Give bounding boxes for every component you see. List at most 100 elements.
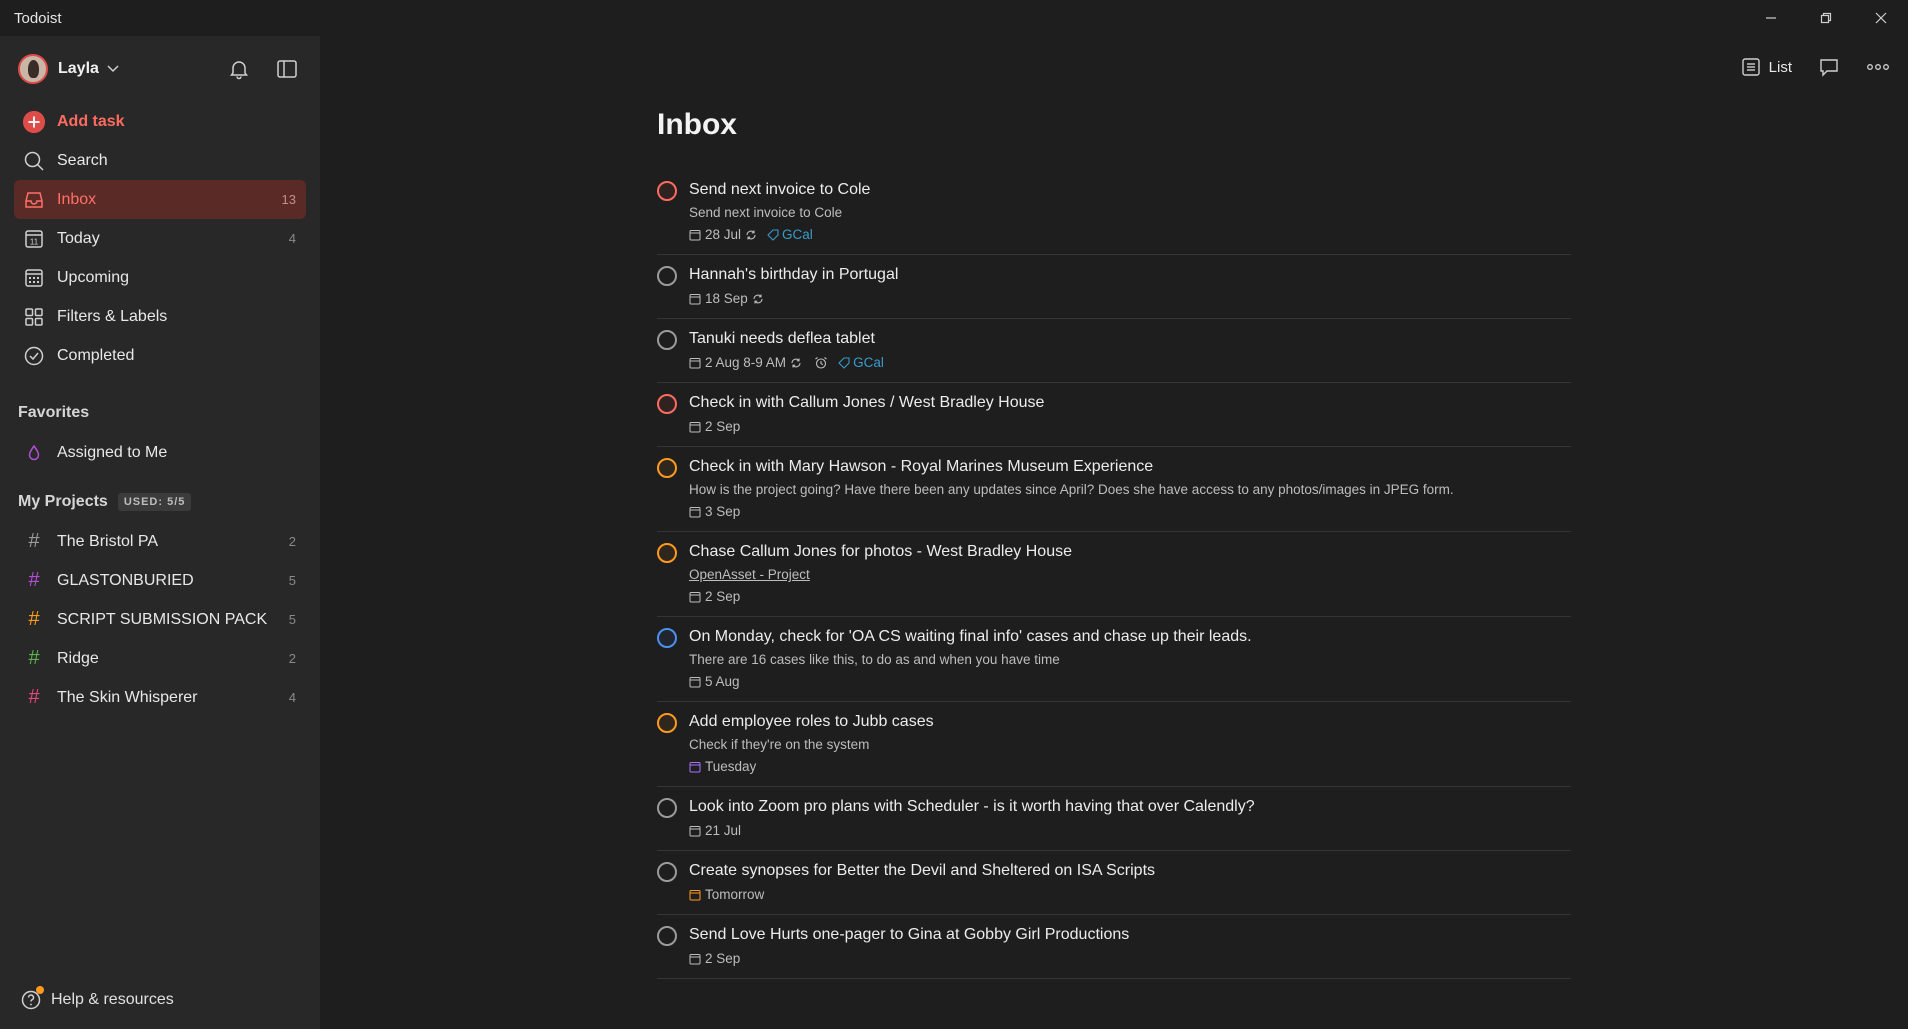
task-description: Send next invoice to Cole <box>689 205 843 220</box>
calendar-icon <box>689 762 701 773</box>
task-date: 2 Sep <box>705 419 741 434</box>
task-title: Send Love Hurts one-pager to Gina at Gob… <box>689 926 1130 943</box>
task-checkbox[interactable] <box>657 330 677 350</box>
task-item[interactable]: Send next invoice to Cole Send next invo… <box>657 170 1571 255</box>
favorites-heading[interactable]: Favorites <box>0 393 320 433</box>
sidebar-item-completed[interactable]: Completed <box>14 336 306 375</box>
task-item[interactable]: Look into Zoom pro plans with Scheduler … <box>657 787 1571 851</box>
task-description: There are 16 cases like this, to do as a… <box>689 652 1060 667</box>
account-menu-button[interactable]: Layla <box>18 54 119 84</box>
tag-icon <box>767 229 779 241</box>
sidebar-item-today[interactable]: 11 Today 4 <box>14 219 306 258</box>
task-description: Check if they're on the system <box>689 737 870 752</box>
list-view-icon <box>1741 58 1760 76</box>
task-item[interactable]: Add employee roles to Jubb cases Check i… <box>657 702 1571 787</box>
calendar-icon <box>689 826 701 837</box>
view-label: List <box>1768 58 1792 76</box>
item-count: 2 <box>288 651 296 666</box>
task-checkbox[interactable] <box>657 862 677 882</box>
task-link[interactable]: OpenAsset - Project <box>689 565 1571 584</box>
task-checkbox[interactable] <box>657 543 677 563</box>
alarm-clock-icon <box>815 357 827 369</box>
task-date: Tuesday <box>705 759 757 774</box>
projects-used-badge: USED: 5/5 <box>117 493 192 511</box>
sidebar-item-inbox[interactable]: Inbox 13 <box>14 180 306 219</box>
calendar-icon <box>689 954 701 965</box>
task-checkbox[interactable] <box>657 798 677 818</box>
bell-icon[interactable] <box>228 58 250 80</box>
task-meta: 18 Sep <box>689 290 1571 308</box>
task-date: 2 Aug 8-9 AM <box>705 355 787 370</box>
task-meta: 2 Sep <box>689 588 1571 606</box>
close-window-button[interactable] <box>1853 0 1908 36</box>
droplet-icon <box>22 441 46 465</box>
sidebar-header: Layla <box>0 36 320 102</box>
projects-heading-label: My Projects <box>18 493 108 510</box>
project-label: The Bristol PA <box>57 532 159 550</box>
task-item[interactable]: Create synopses for Better the Devil and… <box>657 851 1571 915</box>
check-circle-icon <box>22 344 46 368</box>
task-checkbox[interactable] <box>657 713 677 733</box>
task-checkbox[interactable] <box>657 266 677 286</box>
calendar-icon <box>689 294 701 305</box>
sidebar-item-search[interactable]: Search <box>14 141 306 180</box>
task-checkbox[interactable] <box>657 394 677 414</box>
task-meta: 2 Aug 8-9 AM GCal <box>689 354 1571 372</box>
project-item[interactable]: # SCRIPT SUBMISSION PACK 5 <box>14 600 306 639</box>
task-checkbox[interactable] <box>657 181 677 201</box>
task-date: 21 Jul <box>705 823 742 838</box>
inbox-icon <box>22 188 46 212</box>
add-task-button[interactable]: Add task <box>14 102 306 141</box>
task-item[interactable]: Chase Callum Jones for photos - West Bra… <box>657 532 1571 617</box>
help-resources-button[interactable]: Help & resources <box>20 986 174 1011</box>
more-options-button[interactable] <box>1858 59 1898 75</box>
sidebar-item-label: Upcoming <box>57 268 130 286</box>
task-item[interactable]: Hannah's birthday in Portugal 18 Sep <box>657 255 1571 319</box>
favorite-item-assigned-to-me[interactable]: Assigned to Me <box>14 433 306 472</box>
task-title: Hannah's birthday in Portugal <box>689 266 899 283</box>
task-checkbox[interactable] <box>657 628 677 648</box>
project-item[interactable]: # GLASTONBURIED 5 <box>14 561 306 600</box>
search-icon <box>22 149 46 173</box>
project-item[interactable]: # The Skin Whisperer 4 <box>14 678 306 717</box>
item-count: 5 <box>288 612 296 627</box>
minimize-button[interactable] <box>1743 0 1798 36</box>
project-item[interactable]: # Ridge 2 <box>14 639 306 678</box>
project-label: The Skin Whisperer <box>57 688 198 706</box>
item-count: 4 <box>288 231 296 246</box>
task-meta: 5 Aug <box>689 673 1571 691</box>
task-checkbox[interactable] <box>657 458 677 478</box>
sidebar-toggle-icon[interactable] <box>276 58 298 80</box>
task-item[interactable]: Check in with Callum Jones / West Bradle… <box>657 383 1571 447</box>
task-item[interactable]: Tanuki needs deflea tablet 2 Aug 8-9 AM … <box>657 319 1571 383</box>
project-item[interactable]: # The Bristol PA 2 <box>14 522 306 561</box>
task-title: Chase Callum Jones for photos - West Bra… <box>689 543 1072 560</box>
task-label-tag[interactable]: GCal <box>838 354 884 372</box>
sidebar-item-upcoming[interactable]: Upcoming <box>14 258 306 297</box>
minimize-icon <box>1765 17 1776 19</box>
task-title: Tanuki needs deflea tablet <box>689 330 875 347</box>
view-toolbar: List <box>1733 52 1898 82</box>
task-item[interactable]: Check in with Mary Hawson - Royal Marine… <box>657 447 1571 532</box>
task-item[interactable]: On Monday, check for 'OA CS waiting fina… <box>657 617 1571 702</box>
projects-heading[interactable]: My Projects USED: 5/5 <box>0 482 320 522</box>
project-label: Ridge <box>57 649 99 667</box>
help-label: Help & resources <box>51 991 174 1008</box>
sidebar-item-filters-labels[interactable]: Filters & Labels <box>14 297 306 336</box>
calendar-icon <box>689 422 701 433</box>
close-icon <box>1875 12 1886 24</box>
task-title: Create synopses for Better the Devil and… <box>689 862 1156 879</box>
task-item[interactable]: Send Love Hurts one-pager to Gina at Gob… <box>657 915 1571 979</box>
view-options-button[interactable]: List <box>1733 53 1800 81</box>
task-label-tag[interactable]: GCal <box>767 226 813 244</box>
more-horizontal-icon <box>1867 64 1889 70</box>
sidebar: Layla Add task Search Inbox 13 11 Today … <box>0 36 320 1029</box>
hash-icon: # <box>28 647 40 669</box>
task-date: 3 Sep <box>705 504 741 519</box>
comments-button[interactable] <box>1810 52 1848 82</box>
task-checkbox[interactable] <box>657 926 677 946</box>
calendar-today-icon: 11 <box>22 227 46 251</box>
avatar <box>18 54 48 84</box>
restore-button[interactable] <box>1798 0 1853 36</box>
main-content: Inbox Send next invoice to Cole Send nex… <box>657 108 1571 979</box>
